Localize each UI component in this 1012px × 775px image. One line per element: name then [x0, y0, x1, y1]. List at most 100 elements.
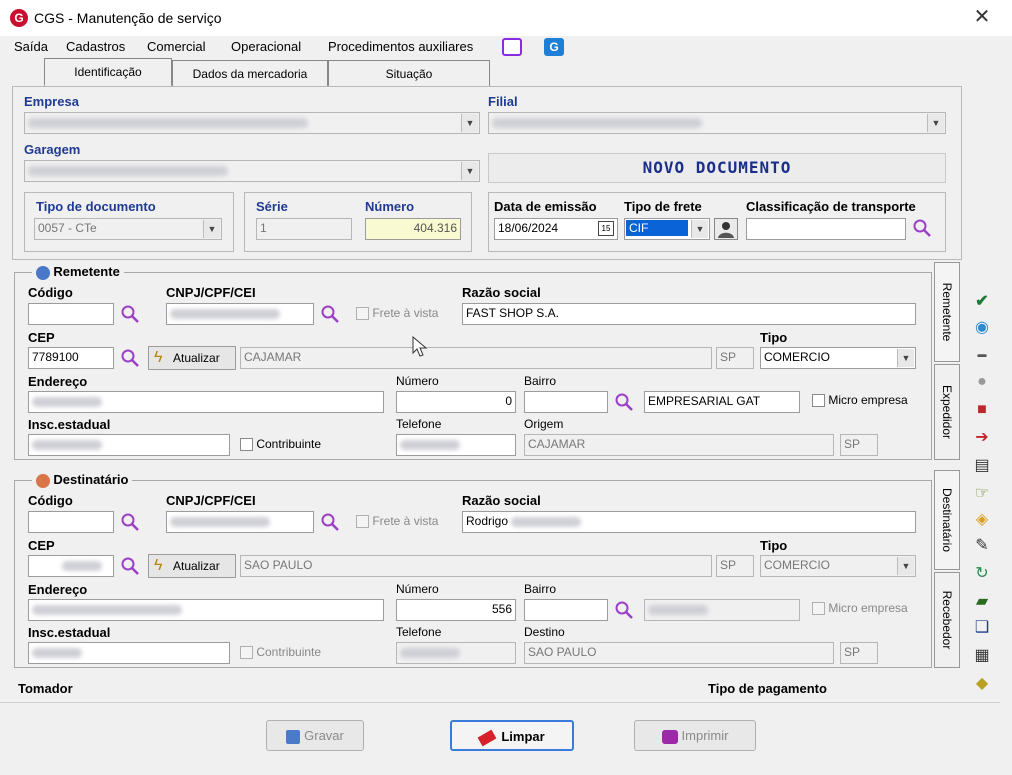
chevron-down-icon[interactable]: ▼: [461, 114, 478, 132]
classificacao-field[interactable]: [746, 218, 906, 240]
chevron-down-icon[interactable]: ▼: [897, 349, 914, 367]
dest-bairro-code[interactable]: [524, 599, 608, 621]
rem-tipo-select[interactable]: COMERCIO ▼: [760, 347, 916, 369]
monitor-icon[interactable]: [502, 38, 522, 56]
dest-cep-field[interactable]: [28, 555, 114, 577]
rem-telefone-field[interactable]: [396, 434, 516, 456]
rem-numero-field[interactable]: 0: [396, 391, 516, 413]
tab-identificacao[interactable]: Identificação: [44, 58, 172, 86]
serie-field[interactable]: 1: [256, 218, 352, 240]
search-icon[interactable]: [120, 512, 140, 532]
truck-icon[interactable]: ■: [972, 400, 992, 420]
dest-frete-vista[interactable]: Frete à vista: [356, 514, 438, 529]
circle-icon[interactable]: ●: [972, 372, 992, 392]
dest-numero-field[interactable]: 556: [396, 599, 516, 621]
search-icon[interactable]: [320, 304, 340, 324]
cidt-icon[interactable]: ▬: [972, 344, 992, 364]
chevron-down-icon[interactable]: ▼: [203, 220, 220, 238]
rem-cep-field[interactable]: 7789100: [28, 347, 114, 369]
globe-icon[interactable]: ◉: [972, 318, 992, 338]
rem-frete-vista[interactable]: Frete à vista: [356, 306, 438, 321]
checkmark-icon[interactable]: ✔: [972, 292, 992, 312]
map-icon[interactable]: ◈: [972, 510, 992, 530]
dest-insc-field[interactable]: [28, 642, 230, 664]
imprimir-button[interactable]: Imprimir: [634, 720, 756, 751]
menu-operacional[interactable]: Operacional: [231, 39, 301, 54]
person-lookup-button[interactable]: [714, 218, 738, 240]
rem-codigo-field[interactable]: [28, 303, 114, 325]
gravar-button[interactable]: Gravar: [266, 720, 364, 751]
menu-saida[interactable]: Saída: [14, 39, 48, 54]
micro-empresa-checkbox[interactable]: [812, 602, 825, 616]
data-emissao-field[interactable]: 18/06/2024 15: [494, 218, 618, 240]
search-icon[interactable]: [614, 392, 634, 412]
close-button[interactable]: ✕: [968, 5, 996, 31]
chevron-down-icon[interactable]: ▼: [897, 557, 914, 575]
menu-comercial[interactable]: Comercial: [147, 39, 206, 54]
side-tab-recebedor[interactable]: Recebedor: [934, 572, 960, 668]
tab-dados-mercadoria[interactable]: Dados da mercadoria: [172, 60, 328, 86]
book-icon[interactable]: ❑: [972, 618, 992, 638]
g-app-icon[interactable]: G: [544, 38, 564, 56]
filial-select[interactable]: ▼: [488, 112, 946, 134]
empresa-select[interactable]: ▼: [24, 112, 480, 134]
rem-bairro-field[interactable]: EMPRESARIAL GAT: [644, 391, 800, 413]
search-icon[interactable]: [120, 556, 140, 576]
tipo-documento-select[interactable]: 0057 - CTe ▼: [34, 218, 222, 240]
micro-empresa-checkbox[interactable]: [812, 394, 825, 408]
package-icon[interactable]: ◆: [972, 674, 992, 694]
dest-endereco-field[interactable]: [28, 599, 384, 621]
frete-vista-checkbox[interactable]: [356, 307, 369, 321]
tipo-frete-select[interactable]: CIF ▼: [624, 218, 710, 240]
dest-razao-field[interactable]: Rodrigo: [462, 511, 916, 533]
search-icon[interactable]: [614, 600, 634, 620]
menu-procedimentos-auxiliares[interactable]: Procedimentos auxiliares: [328, 39, 473, 54]
search-icon[interactable]: [120, 304, 140, 324]
dest-codigo-field[interactable]: [28, 511, 114, 533]
rem-insc-field[interactable]: [28, 434, 230, 456]
vehicle-icon[interactable]: ▰: [972, 592, 992, 612]
rem-bairro-code[interactable]: [524, 391, 608, 413]
user-edit-icon[interactable]: ✎: [972, 536, 992, 556]
contribuinte-checkbox[interactable]: [240, 646, 253, 660]
side-tab-remetente[interactable]: Remetente: [934, 262, 960, 362]
tab-situacao[interactable]: Situação: [328, 60, 490, 86]
dest-micro-empresa[interactable]: Micro empresa: [812, 601, 908, 616]
calculator-icon[interactable]: ▦: [972, 646, 992, 666]
calendar-icon[interactable]: 15: [598, 221, 614, 236]
rem-contribuinte[interactable]: Contribuinte: [240, 437, 321, 452]
chevron-down-icon[interactable]: ▼: [691, 220, 708, 238]
search-icon[interactable]: [912, 218, 932, 238]
destinatario-title: Destinatário: [32, 472, 133, 488]
contribuinte-checkbox[interactable]: [240, 438, 253, 452]
dest-tipo-select[interactable]: COMERCIO ▼: [760, 555, 916, 577]
tipo-frete-label: Tipo de frete: [624, 199, 702, 214]
garagem-select[interactable]: ▼: [24, 160, 480, 182]
search-icon[interactable]: [120, 348, 140, 368]
rem-atualizar-button[interactable]: ϟ Atualizar: [148, 346, 236, 370]
side-tab-expedidor[interactable]: Expedidor: [934, 364, 960, 460]
rem-endereco-field[interactable]: [28, 391, 384, 413]
redacted-text: [400, 439, 460, 450]
side-tab-destinatario[interactable]: Destinatário: [934, 470, 960, 570]
export-icon[interactable]: ➔: [972, 428, 992, 448]
rem-cnpj-field[interactable]: [166, 303, 314, 325]
menu-bar: Saída Cadastros Comercial Operacional Pr…: [0, 36, 1000, 58]
frete-vista-checkbox[interactable]: [356, 515, 369, 529]
dest-contribuinte[interactable]: Contribuinte: [240, 645, 321, 660]
refresh-icon[interactable]: ↻: [972, 564, 992, 584]
pointer-hand-icon[interactable]: ☞: [972, 484, 992, 504]
chevron-down-icon[interactable]: ▼: [927, 114, 944, 132]
menu-cadastros[interactable]: Cadastros: [66, 39, 125, 54]
chevron-down-icon[interactable]: ▼: [461, 162, 478, 180]
dest-atualizar-button[interactable]: ϟ Atualizar: [148, 554, 236, 578]
documents-icon[interactable]: ▤: [972, 456, 992, 476]
limpar-button[interactable]: Limpar: [450, 720, 574, 751]
rem-micro-empresa[interactable]: Micro empresa: [812, 393, 908, 408]
dest-cnpj-field[interactable]: [166, 511, 314, 533]
dest-destino-uf: SP: [840, 642, 878, 664]
dest-destino-field: SAO PAULO: [524, 642, 834, 664]
search-icon[interactable]: [320, 512, 340, 532]
numero-doc-field[interactable]: 404.316: [365, 218, 461, 240]
rem-razao-field[interactable]: FAST SHOP S.A.: [462, 303, 916, 325]
